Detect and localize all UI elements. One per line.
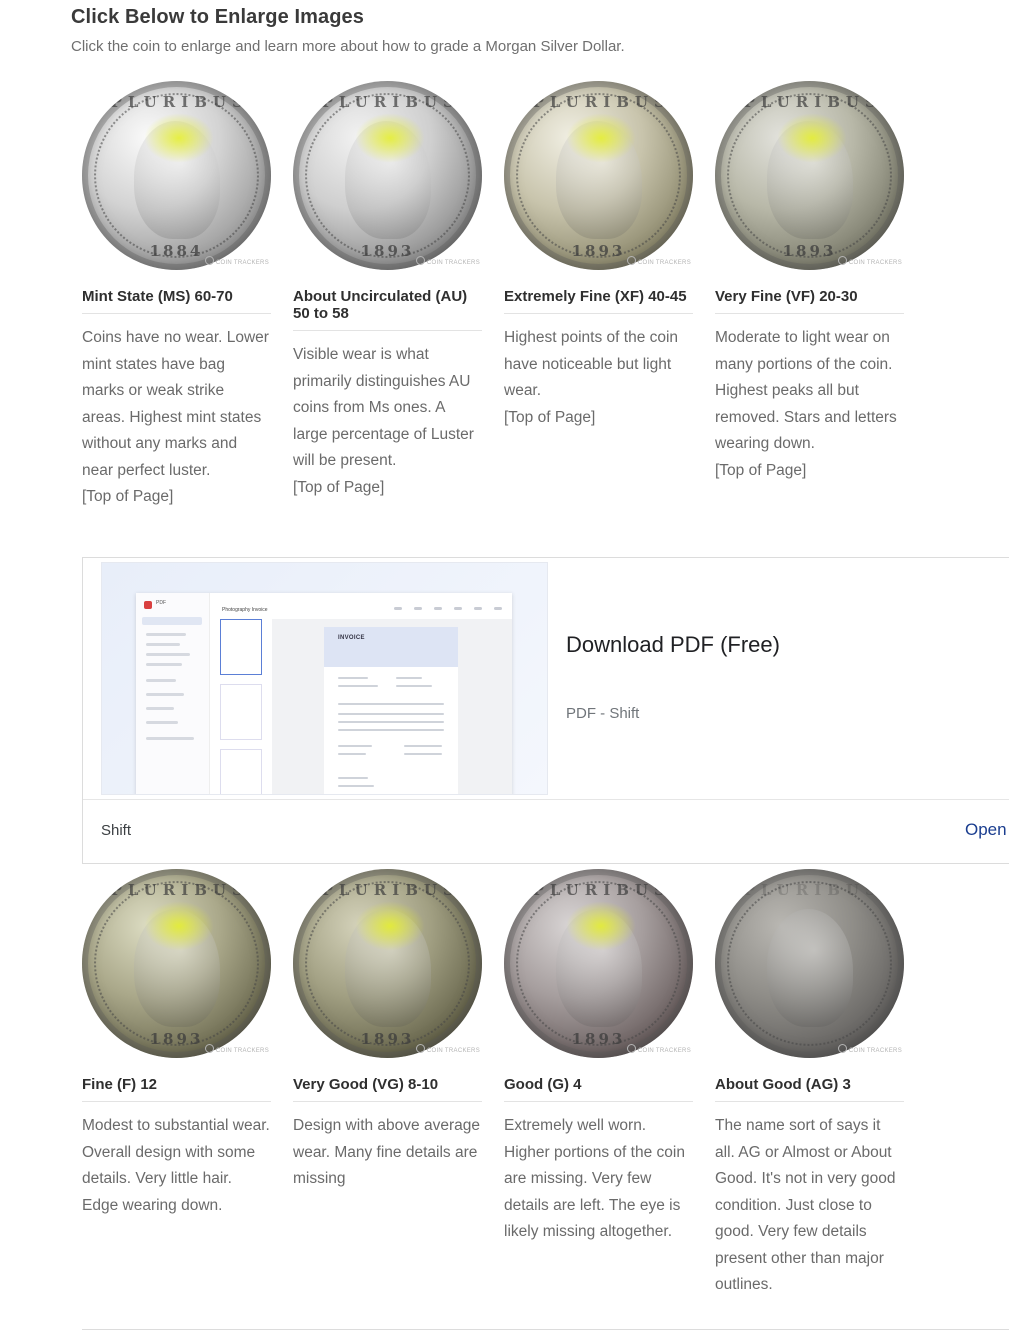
grade-description: Design with above average wear. Many fin… <box>293 1117 480 1187</box>
grade-card-ag: E·PLURIBUS·UNUM COIN TRACKERS About Good… <box>715 869 904 1299</box>
grade-title: About Uncirculated (AU) 50 to 58 <box>293 288 482 331</box>
grade-card-f: E·PLURIBUS·UNUM 1893 COIN TRACKERS Fine … <box>82 869 271 1299</box>
grade-description: Extremely well worn. Higher portions of … <box>504 1117 685 1240</box>
app-sidebar: PDF <box>136 593 210 794</box>
grade-title: Very Good (VG) 8-10 <box>293 1076 482 1102</box>
coin-vg: E·PLURIBUS·UNUM 1893 <box>293 869 482 1058</box>
section-header: Click Below to Enlarge Images Click the … <box>71 6 971 55</box>
grade-title: Fine (F) 12 <box>82 1076 271 1102</box>
coin-g: E·PLURIBUS·UNUM 1893 <box>504 869 693 1058</box>
coin-image-f[interactable]: E·PLURIBUS·UNUM 1893 COIN TRACKERS <box>82 869 271 1058</box>
invoice-preview: INVOICE <box>324 627 458 794</box>
coin-image-au[interactable]: E·PLURIBUS·UNUM 1893 COIN TRACKERS <box>293 81 482 270</box>
grade-description: Visible wear is what primarily distingui… <box>293 346 474 469</box>
watermark: COIN TRACKERS <box>416 256 480 266</box>
ad-open-button[interactable]: Open <box>965 820 1007 840</box>
grade-card-au: E·PLURIBUS·UNUM 1893 COIN TRACKERS About… <box>293 81 482 511</box>
coin-xf: E·PLURIBUS·UNUM 1893 <box>504 81 693 270</box>
watermark: COIN TRACKERS <box>205 256 269 266</box>
coin-image-vg[interactable]: E·PLURIBUS·UNUM 1893 COIN TRACKERS <box>293 869 482 1058</box>
app-screenshot: PDF Photography Invoice INVOICE <box>136 593 512 794</box>
doc-title: Photography Invoice <box>222 607 268 613</box>
grade-title: About Good (AG) 3 <box>715 1076 904 1102</box>
coin-legend: E·PLURIBUS·UNUM <box>82 93 271 111</box>
ad-source: PDF - Shift <box>566 705 640 722</box>
coin-image-vf[interactable]: E·PLURIBUS·UNUM 1893 COIN TRACKERS <box>715 81 904 270</box>
coin-image-g[interactable]: E·PLURIBUS·UNUM 1893 COIN TRACKERS <box>504 869 693 1058</box>
ad-brand: Shift <box>101 822 132 839</box>
top-of-page-link[interactable]: [Top of Page] <box>82 484 271 511</box>
document-area: INVOICE <box>272 619 512 794</box>
coin-vf: E·PLURIBUS·UNUM 1893 <box>715 81 904 270</box>
grade-card-ms: E·PLURIBUS·UNUM 1884 COIN TRACKERS Mint … <box>82 81 271 511</box>
invoice-heading: INVOICE <box>338 635 365 641</box>
top-of-page-link[interactable]: [Top of Page] <box>504 405 693 432</box>
grade-row-1: E·PLURIBUS·UNUM 1884 COIN TRACKERS Mint … <box>82 81 904 511</box>
grade-description: Moderate to light wear on many portions … <box>715 329 897 452</box>
coin-legend: E·PLURIBUS·UNUM <box>715 881 904 899</box>
coin-legend: E·PLURIBUS·UNUM <box>293 93 482 111</box>
grade-card-vf: E·PLURIBUS·UNUM 1893 COIN TRACKERS Very … <box>715 81 904 511</box>
coin-legend: E·PLURIBUS·UNUM <box>293 881 482 899</box>
watermark: COIN TRACKERS <box>838 256 902 266</box>
app-logo-icon <box>144 601 152 609</box>
watermark: COIN TRACKERS <box>416 1044 480 1054</box>
grade-row-2: E·PLURIBUS·UNUM 1893 COIN TRACKERS Fine … <box>82 869 904 1299</box>
top-of-page-link[interactable]: [Top of Page] <box>715 458 904 485</box>
top-of-page-link[interactable]: [Top of Page] <box>293 475 482 502</box>
watermark: COIN TRACKERS <box>205 1044 269 1054</box>
grade-title: Good (G) 4 <box>504 1076 693 1102</box>
watermark: COIN TRACKERS <box>627 1044 691 1054</box>
ad-title[interactable]: Download PDF (Free) <box>566 632 780 658</box>
section-title: Click Below to Enlarge Images <box>71 6 364 28</box>
grade-title: Mint State (MS) 60-70 <box>82 288 271 314</box>
grade-description: Modest to substantial wear. Overall desi… <box>82 1117 270 1214</box>
ad-preview-image[interactable]: PDF Photography Invoice INVOICE <box>101 562 548 795</box>
coin-au: E·PLURIBUS·UNUM 1893 <box>293 81 482 270</box>
section-subtitle: Click the coin to enlarge and learn more… <box>71 38 625 55</box>
app-label: PDF <box>156 600 166 606</box>
coin-image-xf[interactable]: E·PLURIBUS·UNUM 1893 COIN TRACKERS <box>504 81 693 270</box>
coin-image-ms[interactable]: E·PLURIBUS·UNUM 1884 COIN TRACKERS <box>82 81 271 270</box>
grade-card-xf: E·PLURIBUS·UNUM 1893 COIN TRACKERS Extre… <box>504 81 693 511</box>
bottom-ad-border <box>82 1329 1009 1330</box>
coin-legend: E·PLURIBUS·UNUM <box>715 93 904 111</box>
coin-legend: E·PLURIBUS·UNUM <box>504 881 693 899</box>
watermark: COIN TRACKERS <box>627 256 691 266</box>
grade-card-vg: E·PLURIBUS·UNUM 1893 COIN TRACKERS Very … <box>293 869 482 1299</box>
coin-image-ag[interactable]: E·PLURIBUS·UNUM COIN TRACKERS <box>715 869 904 1058</box>
coin-f: E·PLURIBUS·UNUM 1893 <box>82 869 271 1058</box>
coin-legend: E·PLURIBUS·UNUM <box>504 93 693 111</box>
grade-card-g: E·PLURIBUS·UNUM 1893 COIN TRACKERS Good … <box>504 869 693 1299</box>
coin-ag: E·PLURIBUS·UNUM <box>715 869 904 1058</box>
grade-description: Highest points of the coin have noticeab… <box>504 329 679 399</box>
coin-ms: E·PLURIBUS·UNUM 1884 <box>82 81 271 270</box>
grade-title: Very Fine (VF) 20-30 <box>715 288 904 314</box>
grade-description: The name sort of says it all. AG or Almo… <box>715 1117 896 1293</box>
grade-title: Extremely Fine (XF) 40-45 <box>504 288 693 314</box>
ad-card[interactable]: PDF Photography Invoice INVOICE Download… <box>82 557 1009 864</box>
ad-divider <box>83 799 1009 800</box>
watermark: COIN TRACKERS <box>838 1044 902 1054</box>
page-thumbnails <box>220 619 266 794</box>
grade-description: Coins have no wear. Lower mint states ha… <box>82 329 269 479</box>
coin-legend: E·PLURIBUS·UNUM <box>82 881 271 899</box>
